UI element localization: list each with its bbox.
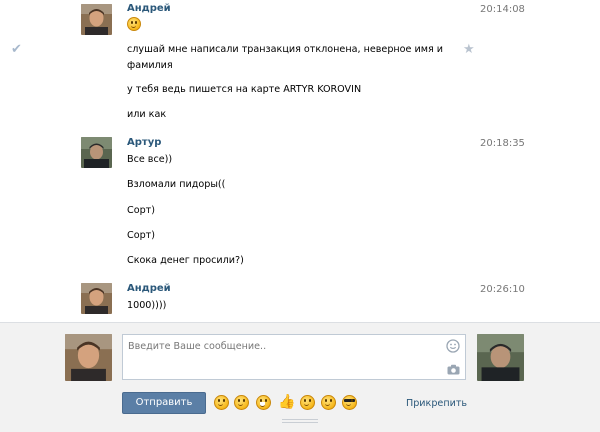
emoji-joy[interactable] <box>321 395 336 410</box>
emoji-wink[interactable] <box>300 395 315 410</box>
author-name[interactable]: Андрей <box>127 283 171 294</box>
message-text: 1000)))) <box>127 300 167 311</box>
emoji-grin[interactable] <box>214 395 229 410</box>
message-time: 20:18:35 <box>480 138 525 149</box>
message-time: 20:26:10 <box>480 284 525 295</box>
avatar-andrey[interactable] <box>81 283 112 314</box>
message-text: фамилия <box>127 60 173 71</box>
emoji-cool[interactable] <box>342 395 357 410</box>
emoji-thumbs-up[interactable]: 👍 <box>278 395 295 410</box>
send-button[interactable]: Отправить <box>122 392 206 414</box>
my-avatar[interactable] <box>65 334 112 381</box>
message-text: Сорт) <box>127 230 155 241</box>
smiley-icon[interactable] <box>446 339 460 356</box>
attach-link[interactable]: Прикрепить <box>406 398 467 409</box>
avatar-andrey[interactable] <box>81 4 112 35</box>
message-time: 20:14:08 <box>480 4 525 15</box>
author-name[interactable]: Андрей <box>127 3 171 14</box>
message-input[interactable]: Введите Ваше сообщение.. <box>122 334 466 380</box>
message-text: Взломали пидоры(( <box>127 179 226 190</box>
star-icon[interactable]: ★ <box>463 42 475 57</box>
resize-handle[interactable] <box>282 419 318 425</box>
message-text: или как <box>127 109 167 120</box>
smiley-emoji <box>127 17 141 34</box>
camera-icon[interactable] <box>447 364 460 378</box>
check-icon[interactable]: ✔ <box>11 42 22 57</box>
avatar-artur[interactable] <box>81 137 112 168</box>
message-text: у тебя ведь пишется на карте ARTYR KOROV… <box>127 84 362 95</box>
message-text: слушай мне написали транзакция отклонена… <box>127 44 444 55</box>
message-text: Скока денег просили?) <box>127 255 244 266</box>
recipient-avatar[interactable] <box>477 334 524 381</box>
author-name[interactable]: Артур <box>127 137 161 148</box>
message-text: Сорт) <box>127 205 155 216</box>
emoji-laugh[interactable] <box>256 395 271 410</box>
emoji-smile[interactable] <box>234 395 249 410</box>
message-text: Все все)) <box>127 154 173 165</box>
